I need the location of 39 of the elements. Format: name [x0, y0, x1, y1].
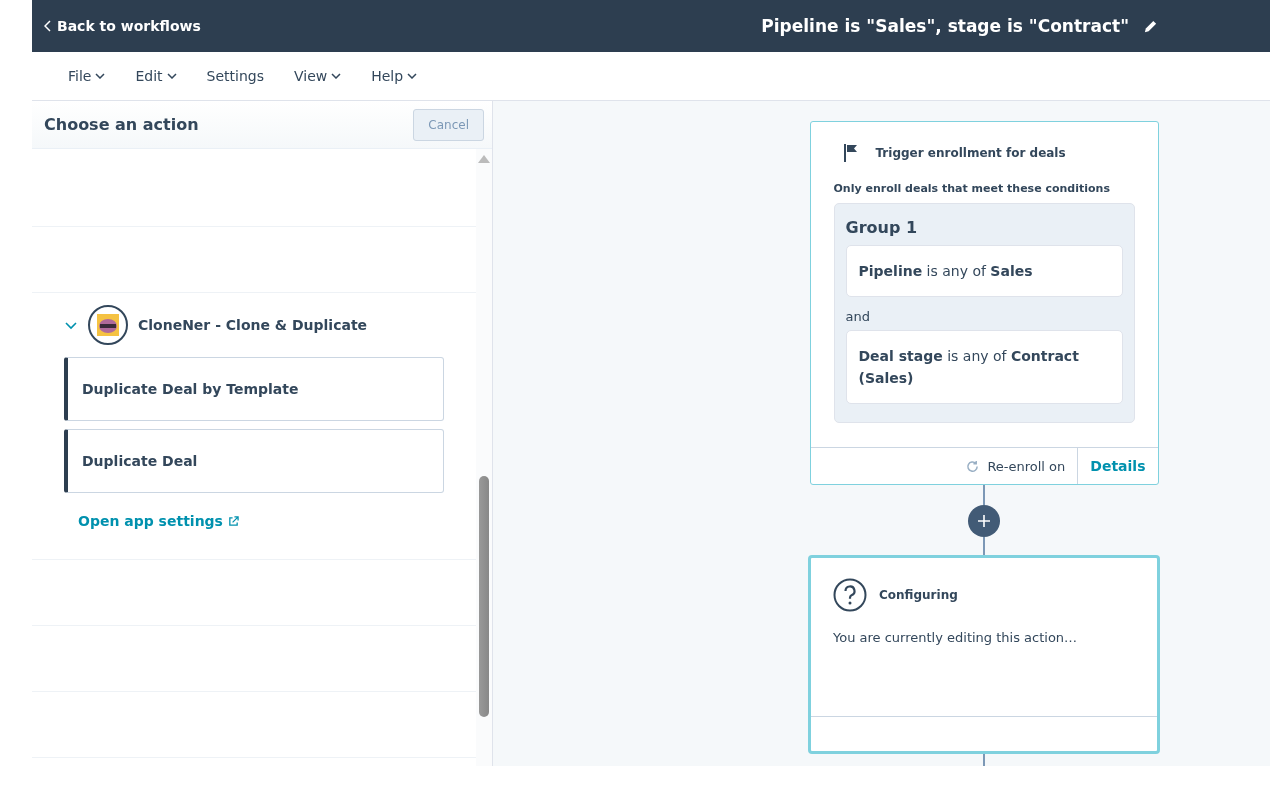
action-card[interactable]: Configuring You are currently editing this action…: [808, 555, 1160, 754]
details-link[interactable]: Details: [1078, 448, 1158, 484]
menu-item[interactable]: File: [68, 68, 106, 84]
app-name: CloneNer - Clone & Duplicate: [138, 317, 368, 333]
panel-title: Choose an action: [44, 115, 199, 134]
pencil-icon[interactable]: [1143, 18, 1158, 34]
refresh-icon: [966, 459, 980, 473]
app-settings-link[interactable]: Open app settings: [78, 513, 239, 529]
condition-filter: Deal stage is any of Contract (Sales): [845, 330, 1123, 404]
trigger-subtitle: Only enroll deals that meet these conditions: [833, 182, 1111, 195]
menu-item[interactable]: View: [294, 68, 342, 84]
menu-item[interactable]: Help: [371, 68, 418, 84]
reenroll-status: Re-enroll on: [987, 458, 1066, 474]
action-title: Configuring: [879, 588, 958, 602]
menu-item[interactable]: Edit: [135, 68, 177, 84]
trigger-title: Trigger enrollment for deals: [875, 146, 1066, 160]
scroll-up-icon[interactable]: [478, 155, 490, 163]
caret-icon: [95, 73, 106, 79]
menu-item[interactable]: Settings: [206, 68, 264, 84]
add-step-button[interactable]: [968, 505, 1000, 537]
question-icon: [833, 578, 867, 612]
app-logo-icon: [88, 305, 128, 345]
action-option[interactable]: Duplicate Deal by Template: [64, 357, 444, 421]
condition-filter: Pipeline is any of Sales: [845, 245, 1123, 297]
scrollbar[interactable]: [476, 149, 492, 766]
action-option[interactable]: Duplicate Deal: [64, 429, 444, 493]
caret-icon: [166, 73, 177, 79]
flag-icon: [843, 144, 858, 162]
caret-icon: [331, 73, 342, 79]
trigger-card[interactable]: Trigger enrollment for deals Only enroll deals that meet these conditions Group 1 Pipeline is any of Sales and Deal stage is any of Contract (Sales) Re-enroll on Details: [809, 121, 1159, 485]
external-link-icon: [227, 515, 239, 527]
action-description: You are currently editing this action…: [833, 630, 1079, 645]
scrollbar-thumb[interactable]: [479, 476, 489, 717]
plus-icon: [977, 514, 991, 528]
caret-icon: [407, 73, 418, 79]
group-title: Group 1: [845, 218, 919, 237]
chevron-left-icon: [44, 20, 51, 32]
joiner-label: and: [845, 309, 871, 324]
workflow-title: Pipeline is "Sales", stage is "Contract": [761, 16, 1129, 36]
